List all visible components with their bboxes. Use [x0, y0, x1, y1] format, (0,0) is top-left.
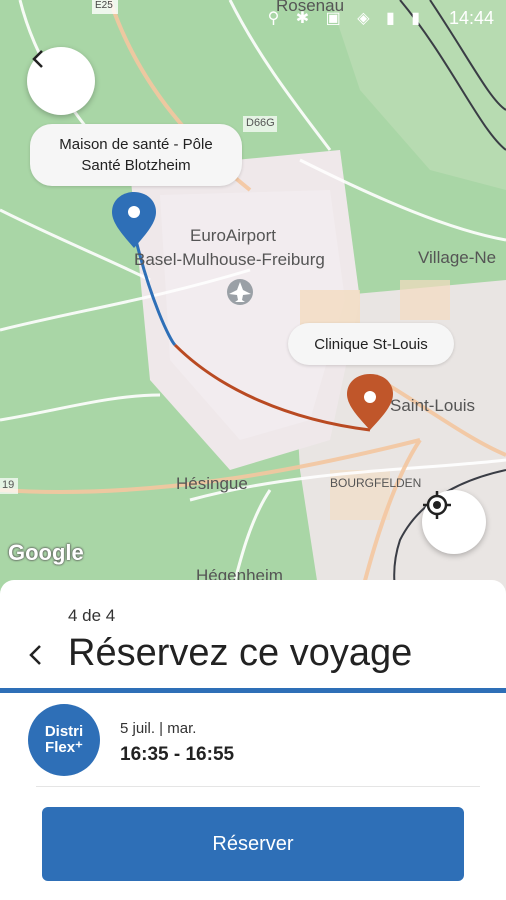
progress-bar [0, 688, 506, 693]
status-bar: ⚲ ✱ ▣ ◈ ▮ ▮ 14:44 [0, 0, 506, 36]
trip-date: 5 juil. | mar. [120, 720, 197, 737]
road-label-d66g: D66G [246, 117, 275, 129]
origin-label: Maison de santé - Pôle Santé Blotzheim [30, 124, 242, 186]
map-label-bourgfelden: BOURGFELDEN [330, 476, 422, 490]
map-label-euroairport: EuroAirport [190, 226, 276, 245]
map-label-hesingue: Hésingue [176, 474, 248, 493]
map-label-saint-louis: Saint-Louis [390, 396, 476, 415]
crosshair-icon [423, 491, 451, 519]
status-time: 14:44 [448, 8, 494, 28]
map-label-euroairport-full: Basel-Mulhouse-Freiburg [134, 250, 325, 269]
origin-label-line1: Maison de santé - Pôle [59, 136, 213, 153]
back-button[interactable] [27, 47, 95, 115]
step-indicator: 4 de 4 [68, 606, 116, 625]
divider [36, 786, 480, 787]
google-logo: Google [8, 540, 84, 565]
reserve-button[interactable]: Réserver [42, 807, 464, 881]
locate-me-button[interactable] [422, 490, 486, 554]
map-view[interactable]: ⚲ ✱ ▣ ◈ ▮ ▮ 14:44 Rosenau E25 D66G 19 Eu… [0, 0, 506, 600]
arrow-left-icon [32, 50, 43, 68]
origin-label-line2: Santé Blotzheim [81, 157, 191, 174]
map-label-village-neuf: Village-Ne [418, 248, 497, 267]
sheet-back-icon[interactable] [22, 640, 52, 670]
airport-icon [227, 279, 253, 305]
destination-label-text: Clinique St-Louis [314, 335, 428, 353]
road-label-19: 19 [2, 479, 15, 491]
map-label-rosenau: Rosenau [276, 0, 345, 15]
destination-label: Clinique St-Louis [288, 323, 454, 365]
logo-line1: Distri [44, 723, 84, 740]
trip-times: 16:35 - 16:55 [120, 744, 235, 765]
road-label-e25: E25 [95, 0, 113, 11]
distriflex-logo: Distri Flex⁺ [28, 704, 100, 776]
page-title: Réservez ce voyage [68, 632, 413, 674]
logo-line2: Flex⁺ [45, 739, 83, 756]
booking-sheet: 4 de 4 Réservez ce voyage Distri Flex⁺ 5… [0, 580, 506, 900]
